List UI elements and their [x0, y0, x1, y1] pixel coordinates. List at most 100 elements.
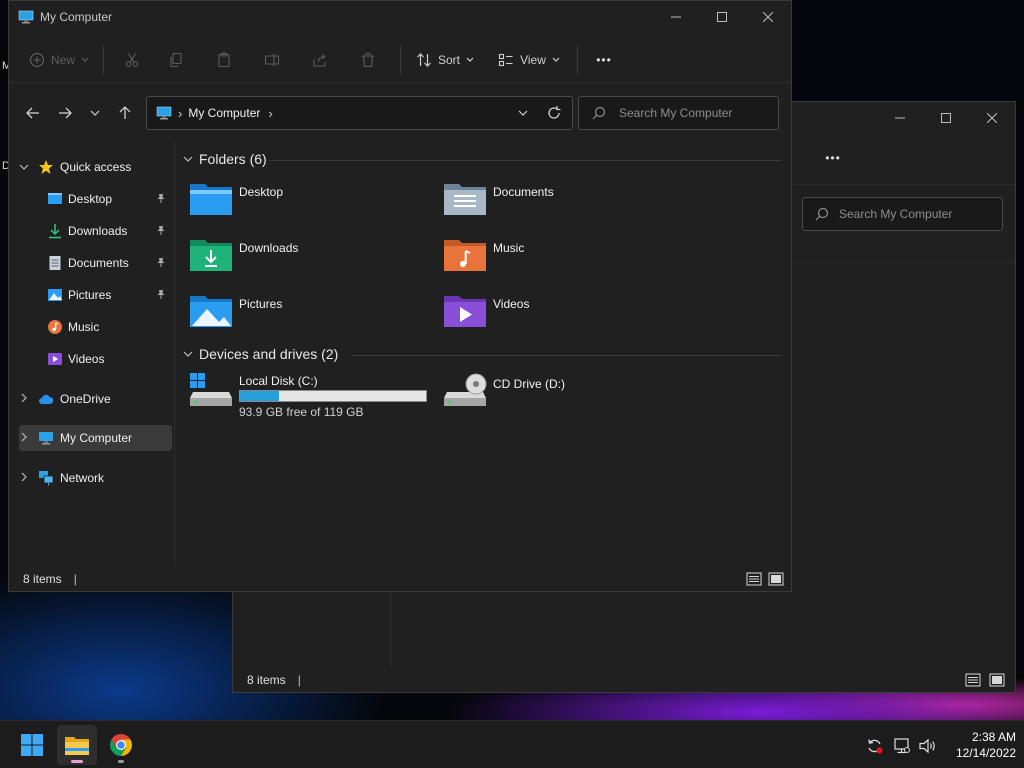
sort-button[interactable]: Sort — [409, 44, 481, 76]
search-placeholder: Search My Computer — [839, 207, 953, 221]
copy-button[interactable] — [152, 44, 200, 76]
folder-tile-downloads[interactable]: Downloads — [189, 236, 429, 282]
network-icon — [39, 471, 54, 486]
back-status-bar: 8 items | — [233, 668, 1015, 692]
delete-button[interactable] — [344, 44, 392, 76]
nav-label: Documents — [68, 256, 129, 270]
chevron-right-icon[interactable] — [19, 432, 29, 445]
paste-button[interactable] — [200, 44, 248, 76]
pin-icon[interactable] — [156, 257, 166, 270]
chevron-right-icon[interactable] — [19, 393, 29, 406]
nav-label: OneDrive — [60, 392, 111, 406]
copy-icon — [170, 52, 182, 67]
nav-label: Pictures — [68, 288, 112, 302]
search-icon — [815, 207, 829, 221]
explorer-window[interactable]: My Computer New Sort View ••• › My Compu… — [8, 0, 792, 592]
refresh-button[interactable] — [546, 105, 562, 121]
folder-tile-desktop[interactable]: Desktop — [189, 180, 429, 226]
address-dropdown-button[interactable] — [516, 106, 530, 120]
more-icon: ••• — [596, 52, 612, 67]
nav-onedrive[interactable]: OneDrive — [9, 386, 170, 412]
search-box[interactable]: Search My Computer — [578, 96, 779, 130]
drive-label: Local Disk (C:) — [239, 374, 318, 388]
breadcrumb-separator[interactable]: › — [268, 106, 272, 121]
maximize-button[interactable] — [699, 1, 745, 33]
group-title: Devices and drives (2) — [199, 346, 339, 362]
folder-label: Desktop — [239, 185, 284, 199]
forward-button[interactable] — [53, 101, 77, 125]
pin-icon[interactable] — [156, 225, 166, 238]
tiles-view-button[interactable] — [768, 571, 784, 587]
back-button[interactable] — [21, 101, 45, 125]
star-icon — [39, 160, 53, 174]
nav-item-music[interactable]: Music — [9, 314, 170, 340]
taskbar-chrome[interactable] — [101, 725, 141, 765]
toolbar-separator — [400, 45, 401, 74]
search-icon — [592, 106, 606, 120]
cd-drive-icon — [444, 373, 487, 406]
share-button[interactable] — [296, 44, 344, 76]
chevron-down-icon — [81, 57, 89, 62]
recent-locations-button[interactable] — [85, 101, 105, 125]
details-view-button[interactable] — [746, 571, 762, 587]
new-button[interactable]: New — [23, 44, 95, 76]
folders-group-header[interactable]: Folders (6) — [183, 151, 267, 167]
folder-tile-videos[interactable]: Videos — [443, 292, 683, 338]
up-button[interactable] — [113, 101, 137, 125]
share-icon — [313, 53, 326, 67]
minimize-button[interactable] — [877, 102, 923, 134]
chevron-down-icon[interactable] — [19, 162, 29, 173]
pin-icon[interactable] — [156, 289, 166, 302]
document-icon — [49, 256, 61, 270]
minimize-icon — [895, 117, 905, 119]
taskbar: 2:38 AM 12/14/2022 — [0, 720, 1024, 768]
speaker-icon — [919, 738, 935, 754]
folder-tile-documents[interactable]: Documents — [443, 180, 683, 226]
video-icon — [48, 353, 62, 365]
chevron-right-icon[interactable] — [19, 472, 29, 485]
nav-item-documents[interactable]: Documents — [9, 250, 170, 276]
nav-pane-divider — [390, 592, 391, 668]
header-divider — [793, 262, 1015, 263]
network-status-button[interactable] — [893, 737, 911, 755]
nav-network[interactable]: Network — [9, 465, 170, 491]
folder-tile-pictures[interactable]: Pictures — [189, 292, 429, 338]
nav-item-downloads[interactable]: Downloads — [9, 218, 170, 244]
nav-item-pictures[interactable]: Pictures — [9, 282, 170, 308]
details-view-button[interactable] — [965, 672, 981, 688]
folder-label: Downloads — [239, 241, 299, 255]
cut-button[interactable] — [112, 44, 152, 76]
nav-item-desktop[interactable]: Desktop — [9, 186, 170, 212]
nav-item-videos[interactable]: Videos — [9, 346, 170, 372]
sync-status-button[interactable] — [866, 737, 884, 755]
pin-icon[interactable] — [156, 193, 166, 206]
view-button[interactable]: View — [489, 44, 569, 76]
drive-tile-cd-drive[interactable]: CD Drive (D:) — [443, 372, 683, 418]
taskbar-file-explorer[interactable] — [57, 725, 97, 765]
maximize-button[interactable] — [923, 102, 969, 134]
start-button[interactable] — [12, 725, 52, 765]
picture-icon — [48, 289, 62, 301]
back-search-box[interactable]: Search My Computer — [802, 197, 1003, 231]
rename-button[interactable] — [248, 44, 296, 76]
more-options-button[interactable]: ••• — [817, 142, 849, 174]
folder-tile-music[interactable]: Music — [443, 236, 683, 282]
tiles-view-button[interactable] — [989, 672, 1005, 688]
close-button[interactable] — [969, 102, 1015, 134]
view-icon — [499, 53, 513, 66]
close-button[interactable] — [745, 1, 791, 33]
address-bar[interactable]: › My Computer › — [146, 96, 573, 130]
scissors-icon — [125, 52, 139, 67]
chevron-down-icon — [90, 110, 100, 116]
minimize-button[interactable] — [653, 1, 699, 33]
breadcrumb-my-computer[interactable]: My Computer — [188, 106, 260, 120]
drive-tile-local-disk[interactable]: Local Disk (C:) 93.9 GB free of 119 GB — [189, 372, 441, 419]
more-options-button[interactable]: ••• — [586, 44, 622, 76]
drives-group-header[interactable]: Devices and drives (2) — [183, 346, 338, 362]
clock[interactable]: 2:38 AM 12/14/2022 — [944, 729, 1016, 763]
clock-date: 12/14/2022 — [955, 746, 1016, 760]
volume-button[interactable] — [918, 737, 938, 755]
nav-quick-access[interactable]: Quick access — [9, 154, 170, 180]
trash-icon — [362, 52, 374, 67]
nav-my-computer[interactable]: My Computer — [19, 425, 172, 451]
